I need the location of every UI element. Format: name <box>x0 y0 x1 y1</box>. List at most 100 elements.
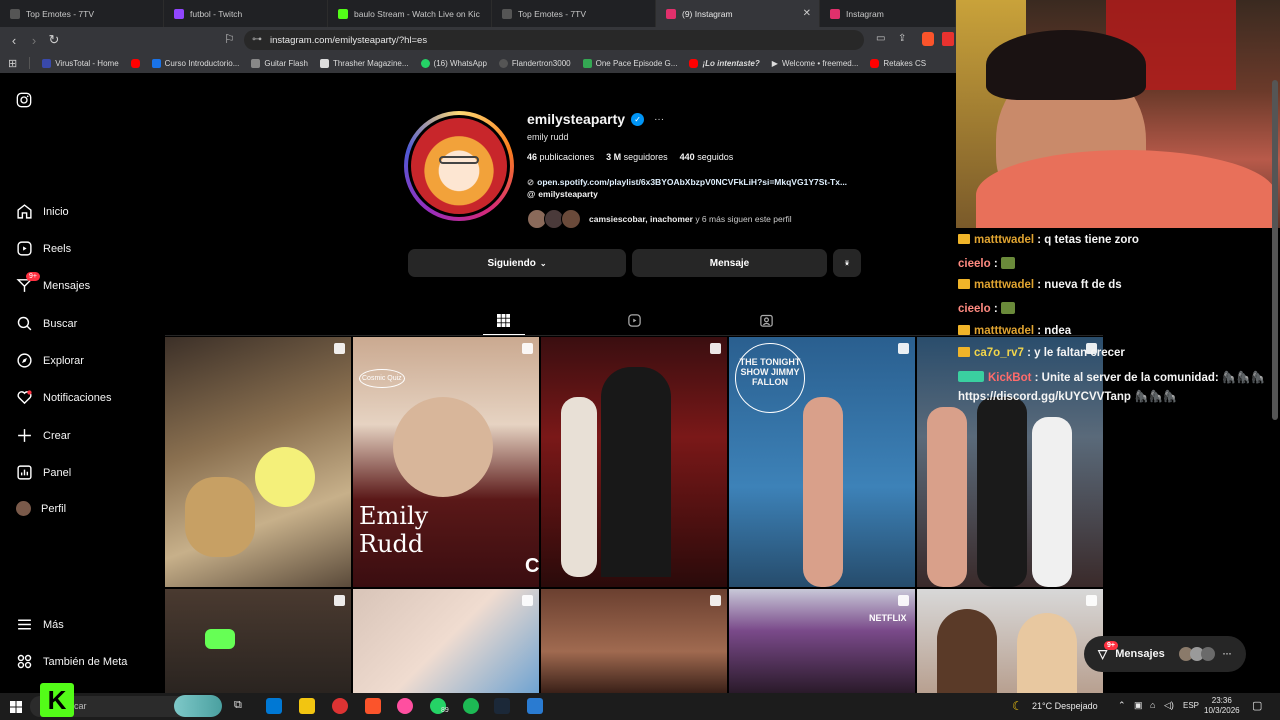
page-scrollbar[interactable] <box>1272 80 1278 420</box>
bookmark-item[interactable]: Thrasher Magazine... <box>319 58 409 68</box>
message-button[interactable]: Mensaje <box>632 249 827 277</box>
reels-tab-icon[interactable] <box>627 313 642 328</box>
chat-message: KickBot : Unite al server de la comunida… <box>958 370 1265 384</box>
app-icon[interactable] <box>332 698 348 714</box>
messages-floating-button[interactable]: ▽ 9+ Mensajes ··· <box>1084 636 1246 672</box>
bookmark-item[interactable]: ¡Lo intentaste? <box>689 58 760 68</box>
tab-instagram[interactable]: Instagram <box>820 0 956 27</box>
moon-weather-icon[interactable]: ☾ <box>1012 699 1023 713</box>
whatsapp-badge: 89 <box>441 707 449 714</box>
bookmark-item[interactable]: One Pace Episode G... <box>582 58 677 68</box>
bookmark-item[interactable]: ▶ Welcome • freemed... <box>772 59 859 68</box>
sidebar-item-crear[interactable]: Crear <box>16 427 71 444</box>
store-icon[interactable] <box>266 698 282 714</box>
followers-stat[interactable]: 3 M seguidores <box>606 152 668 162</box>
follower-avatar <box>561 209 581 229</box>
grid-tab-icon[interactable] <box>497 314 510 327</box>
more-options-icon[interactable]: ··· <box>654 114 664 125</box>
weather-text[interactable]: 21°C Despejado <box>1032 701 1098 711</box>
language-indicator[interactable]: ESP <box>1183 701 1199 710</box>
sidebar-item-mas[interactable]: Más <box>16 616 64 633</box>
tab-7tv-1[interactable]: Top Emotes - 7TV <box>0 0 164 27</box>
chat-text: : <box>993 303 998 315</box>
tab-7tv-2[interactable]: Top Emotes - 7TV <box>492 0 656 27</box>
tagged-tab-icon[interactable] <box>759 313 774 328</box>
chevron-down-icon: ⌄ <box>539 258 547 268</box>
spotify-icon[interactable] <box>463 698 479 714</box>
app-icon[interactable] <box>527 698 543 714</box>
bookmark-item[interactable]: (16) WhatsApp <box>420 58 487 68</box>
bookmark-item[interactable]: Retakes CS <box>870 58 926 68</box>
bookmark-item[interactable] <box>130 58 140 68</box>
clock[interactable]: 23:36 10/3/2026 <box>1204 696 1240 716</box>
bookmark-item[interactable]: Curso Introductorio... <box>151 58 239 68</box>
sidebar-item-mensajes[interactable]: 9+ Mensajes <box>16 272 90 294</box>
sidebar-item-panel[interactable]: Panel <box>16 464 71 481</box>
tab-instagram-active[interactable]: (9) Instagram ✕ <box>656 0 820 27</box>
tray-icon[interactable]: ▣ <box>1134 700 1143 711</box>
more-icon[interactable]: ··· <box>1223 649 1232 659</box>
bookmark-icon[interactable]: ⚐ <box>224 32 235 46</box>
post-caption: Emily Rudd <box>359 502 429 558</box>
site-info-icon[interactable]: ⊶ <box>252 34 262 45</box>
sidebar-item-perfil[interactable]: Perfil <box>16 501 66 516</box>
sidebar-item-notificaciones[interactable]: Notificaciones <box>16 389 111 406</box>
brave-icon[interactable] <box>365 698 381 714</box>
sidebar-item-reels[interactable]: Reels <box>16 240 71 257</box>
post-thumbnail[interactable] <box>353 589 539 693</box>
kick-icon <box>338 8 348 19</box>
post-thumbnail[interactable] <box>541 589 727 693</box>
post-thumbnail[interactable]: NETFLIX <box>729 589 915 693</box>
threads-link[interactable]: @ emilysteaparty <box>527 189 598 199</box>
tab-twitch[interactable]: futbol - Twitch <box>164 0 328 27</box>
reels-icon <box>17 241 32 256</box>
steam-icon[interactable] <box>494 698 510 714</box>
bookmark-item[interactable]: Guitar Flash <box>251 58 308 68</box>
share-icon[interactable]: ⇪ <box>898 33 906 44</box>
file-explorer-icon[interactable] <box>299 698 315 714</box>
suggest-user-button[interactable]: ⍣ <box>833 249 861 277</box>
back-icon[interactable]: ‹ <box>4 33 24 48</box>
bookmark-label: (16) WhatsApp <box>433 58 487 68</box>
apps-grid-icon[interactable]: ⊞ <box>8 57 17 70</box>
app-icon[interactable] <box>397 698 413 714</box>
bookmark-item[interactable]: VirusTotal - Home <box>42 58 119 68</box>
sidebar-item-label: Buscar <box>43 317 78 330</box>
carousel-indicator-icon <box>522 595 533 606</box>
tab-label: Top Emotes - 7TV <box>518 8 587 19</box>
url-field[interactable]: ⊶ instagram.com/emilysteaparty/?hl=es <box>244 30 864 50</box>
followed-by-row[interactable]: camsiescobar, inachomer y 6 más siguen e… <box>527 209 792 229</box>
sidebar-item-buscar[interactable]: Buscar <box>16 315 77 332</box>
following-stat[interactable]: 440 seguidos <box>680 152 734 162</box>
tab-kick[interactable]: baulo Stream - Watch Live on Kic <box>328 0 492 27</box>
post-thumbnail[interactable] <box>165 337 351 587</box>
sidebar-item-meta[interactable]: También de Meta <box>16 653 127 670</box>
windows-start-icon[interactable] <box>10 701 22 713</box>
close-tab-icon[interactable]: ✕ <box>803 8 811 19</box>
notification-center-icon[interactable]: ▢ <box>1252 699 1262 712</box>
post-thumbnail[interactable] <box>541 337 727 587</box>
sidebar-item-explorar[interactable]: Explorar <box>16 352 84 369</box>
post-thumbnail[interactable] <box>917 589 1103 693</box>
brave-shield-icon[interactable] <box>922 32 934 46</box>
post-thumbnail[interactable]: THE TONIGHT SHOW JIMMY FALLON <box>729 337 915 587</box>
profile-avatar[interactable] <box>404 111 514 221</box>
chevron-up-icon[interactable]: ⌃ <box>1118 700 1126 711</box>
posts-stat[interactable]: 46 publicaciones <box>527 152 594 162</box>
sidebar-item-inicio[interactable]: Inicio <box>16 203 69 220</box>
profile-link[interactable]: ⊘ open.spotify.com/playlist/6x3BYOAbXbzpV… <box>527 177 847 188</box>
bookmark-item[interactable]: Flandertron3000 <box>498 58 571 68</box>
volume-icon[interactable]: ◁) <box>1164 700 1174 711</box>
whatsapp-icon <box>420 58 430 68</box>
forward-icon[interactable]: › <box>24 33 44 48</box>
instagram-logo-icon[interactable] <box>16 92 32 108</box>
post-thumbnail[interactable] <box>165 589 351 693</box>
task-view-icon[interactable]: ⧉ <box>234 699 242 712</box>
rewards-icon[interactable] <box>942 32 954 46</box>
network-icon[interactable]: ⌂ <box>1150 700 1155 710</box>
reload-icon[interactable]: ↻ <box>44 32 64 48</box>
following-button[interactable]: Siguiendo ⌄ <box>408 249 626 277</box>
active-tab-indicator <box>483 334 525 335</box>
screen-icon[interactable]: ▭ <box>876 33 885 44</box>
post-thumbnail[interactable]: Cosmic Quiz Emily Rudd C <box>353 337 539 587</box>
